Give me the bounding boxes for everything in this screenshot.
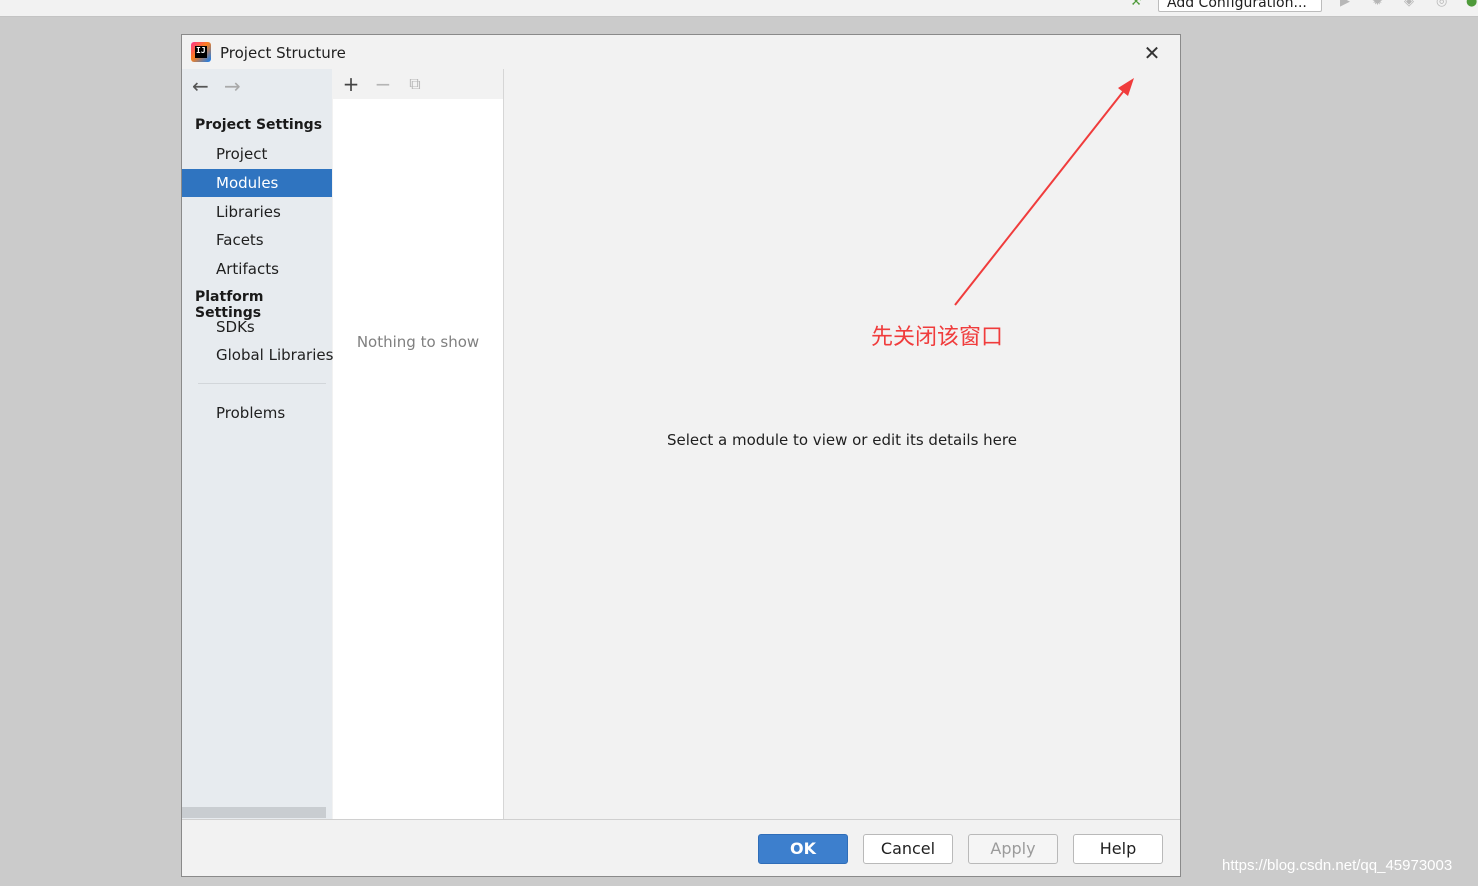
nav-item-global-libraries[interactable]: Global Libraries [182, 341, 333, 369]
debug-icon[interactable]: ✹ [1372, 0, 1383, 8]
build-hammer-icon[interactable]: ⚒ [1130, 0, 1142, 8]
module-list-toolbar: + − ⧉ [333, 69, 503, 99]
copy-icon[interactable]: ⧉ [404, 72, 426, 96]
ok-button[interactable]: OK [758, 834, 848, 864]
add-icon[interactable]: + [340, 72, 362, 96]
nav-item-project[interactable]: Project [182, 140, 332, 168]
dialog-title: Project Structure [220, 44, 346, 62]
close-icon[interactable]: ✕ [1139, 41, 1165, 65]
help-button[interactable]: Help [1073, 834, 1163, 864]
nav-item-libraries[interactable]: Libraries [182, 198, 332, 226]
footer-divider [182, 819, 1180, 820]
back-arrow-icon[interactable]: ← [192, 75, 209, 97]
nav-item-facets[interactable]: Facets [182, 226, 332, 254]
git-update-icon[interactable]: ● [1466, 0, 1477, 8]
annotation-note: 先关闭该窗口 [871, 325, 1004, 350]
forward-arrow-icon[interactable]: → [224, 75, 241, 97]
empty-list-message: Nothing to show [356, 333, 480, 351]
ide-toolbar: ⚒ Add Configuration... ▶ ✹ ◈ ◎ ● [0, 0, 1478, 17]
nav-item-modules[interactable]: Modules [182, 169, 332, 197]
run-icon[interactable]: ▶ [1340, 0, 1350, 8]
watermark: https://blog.csdn.net/qq_45973003 [1222, 857, 1453, 874]
apply-button[interactable]: Apply [968, 834, 1058, 864]
dialog-title-bar: IJ Project Structure ✕ [182, 35, 1180, 69]
nav-divider [198, 383, 326, 384]
settings-navigation: ← → Project Settings Project Modules Lib… [182, 69, 333, 819]
run-configuration-dropdown[interactable]: Add Configuration... [1158, 0, 1322, 12]
module-list-panel: + − ⧉ Nothing to show [333, 69, 504, 819]
nav-item-artifacts[interactable]: Artifacts [182, 255, 332, 283]
cancel-button[interactable]: Cancel [863, 834, 953, 864]
remove-icon[interactable]: − [372, 72, 394, 96]
coverage-icon[interactable]: ◈ [1404, 0, 1414, 8]
nav-horizontal-scrollbar[interactable] [182, 807, 326, 818]
nav-item-sdks[interactable]: SDKs [182, 313, 332, 341]
intellij-logo-icon: IJ [191, 42, 211, 62]
module-details-panel: Select a module to view or edit its deta… [504, 69, 1180, 819]
profile-icon[interactable]: ◎ [1436, 0, 1447, 8]
nav-item-problems[interactable]: Problems [182, 399, 332, 427]
project-structure-dialog: IJ Project Structure ✕ ← → Project Setti… [181, 34, 1181, 877]
project-settings-header: Project Settings [195, 117, 323, 133]
details-placeholder-message: Select a module to view or edit its deta… [667, 431, 1017, 449]
